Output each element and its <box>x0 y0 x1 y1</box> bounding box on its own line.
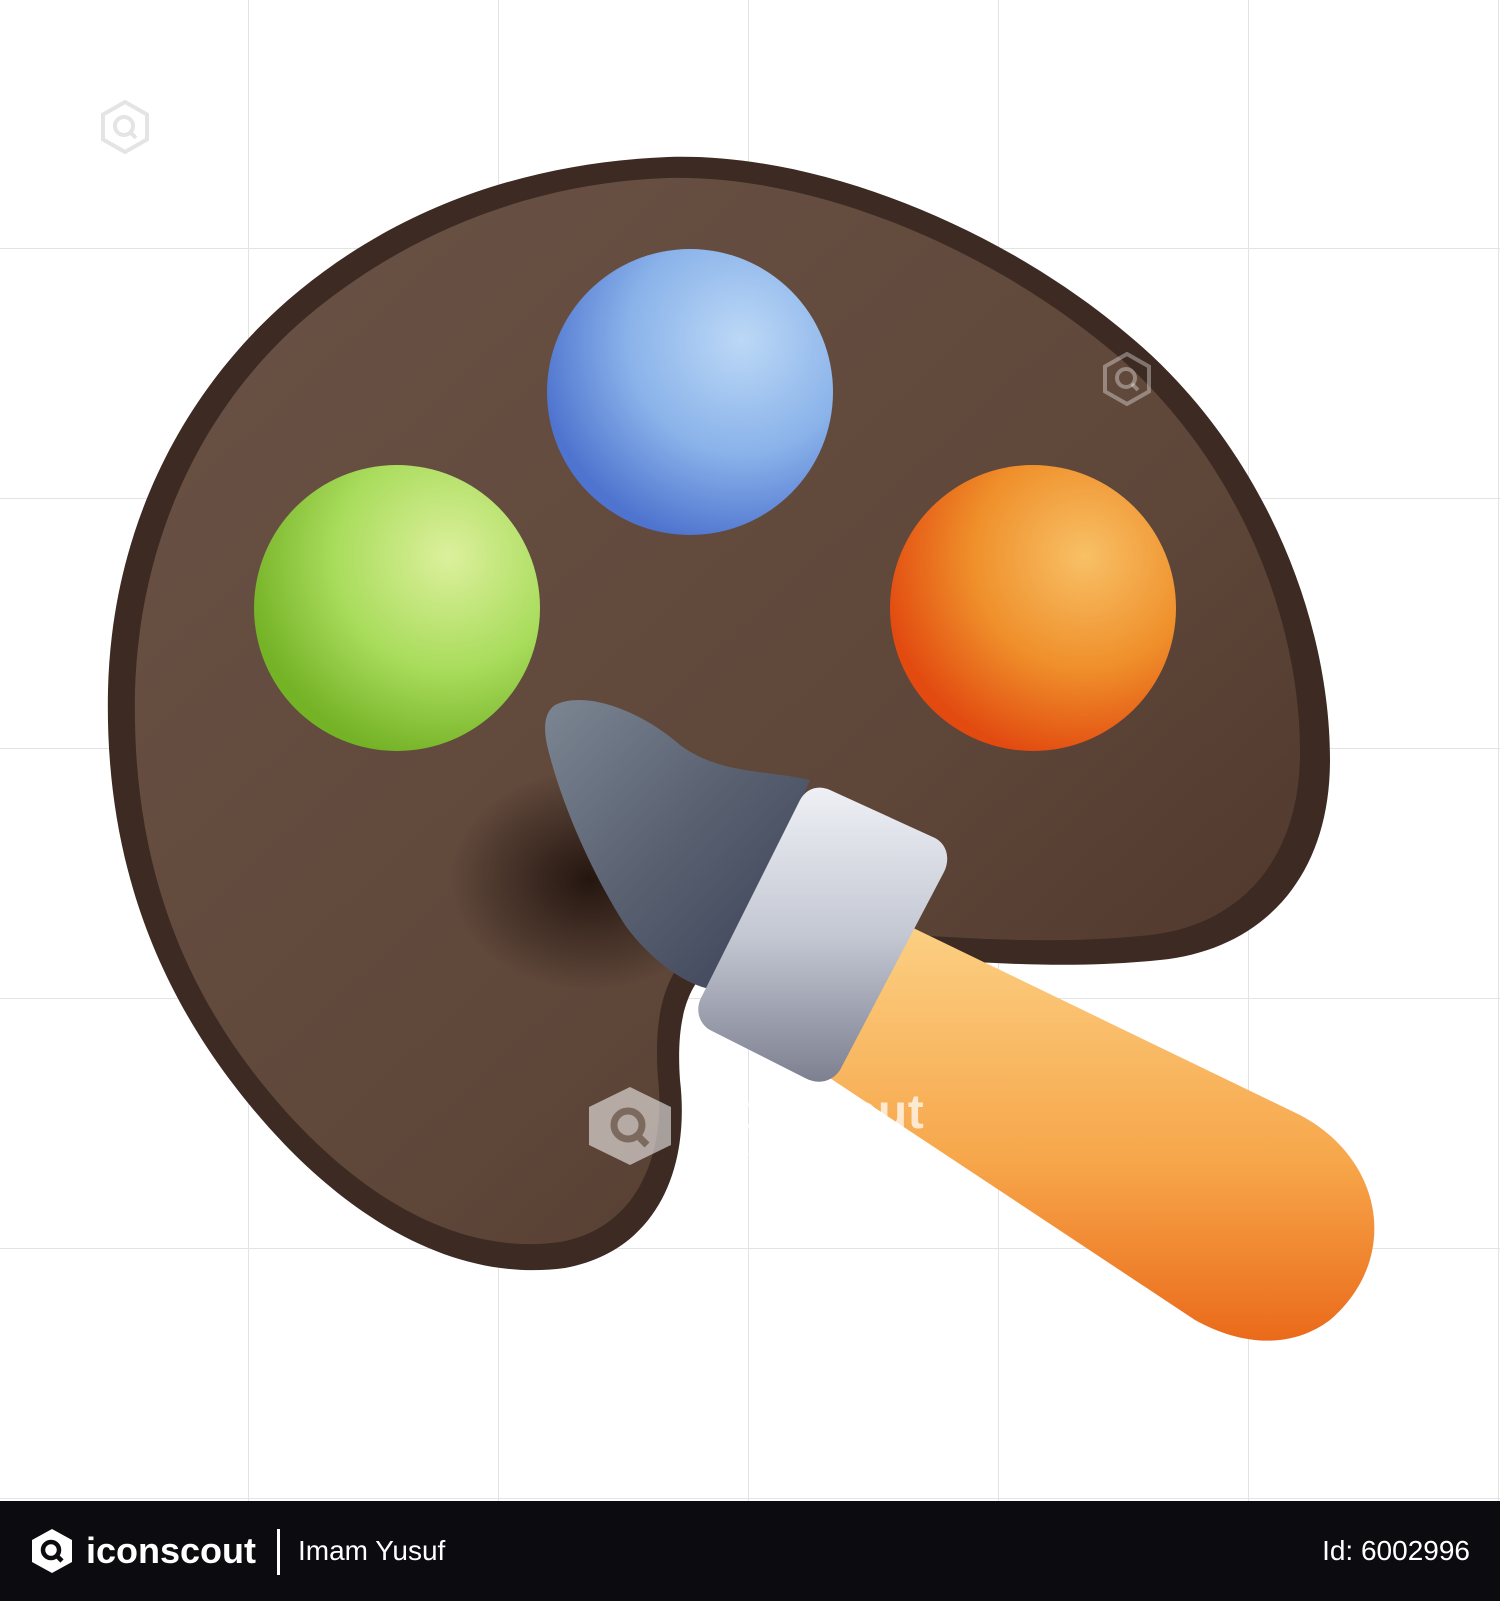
blue-paint-dot <box>547 249 833 535</box>
footer-brand[interactable]: iconscout <box>86 1530 256 1572</box>
watermark-logo-icon <box>1103 352 1151 406</box>
footer-divider <box>277 1529 280 1575</box>
orange-paint-dot <box>890 465 1176 751</box>
footer-bar: iconscout Imam Yusuf Id: 6002996 <box>0 1501 1500 1601</box>
footer-author[interactable]: Imam Yusuf <box>298 1535 445 1567</box>
center-watermark: iconscout Imam Yusuf <box>585 1085 1005 1255</box>
watermark-author: Imam Yusuf <box>695 1143 843 1174</box>
footer-asset-id: Id: 6002996 <box>1322 1535 1470 1566</box>
watermark-logo-icon <box>589 1087 671 1165</box>
green-paint-dot <box>254 465 540 751</box>
watermark-logo-icon <box>101 100 149 154</box>
artwork-canvas: iconscout Imam Yusuf <box>0 0 1500 1501</box>
palette-paintbrush-illustration <box>107 156 1375 1341</box>
iconscout-logo-icon[interactable] <box>28 1527 76 1575</box>
watermark-brand: iconscout <box>693 1086 925 1139</box>
